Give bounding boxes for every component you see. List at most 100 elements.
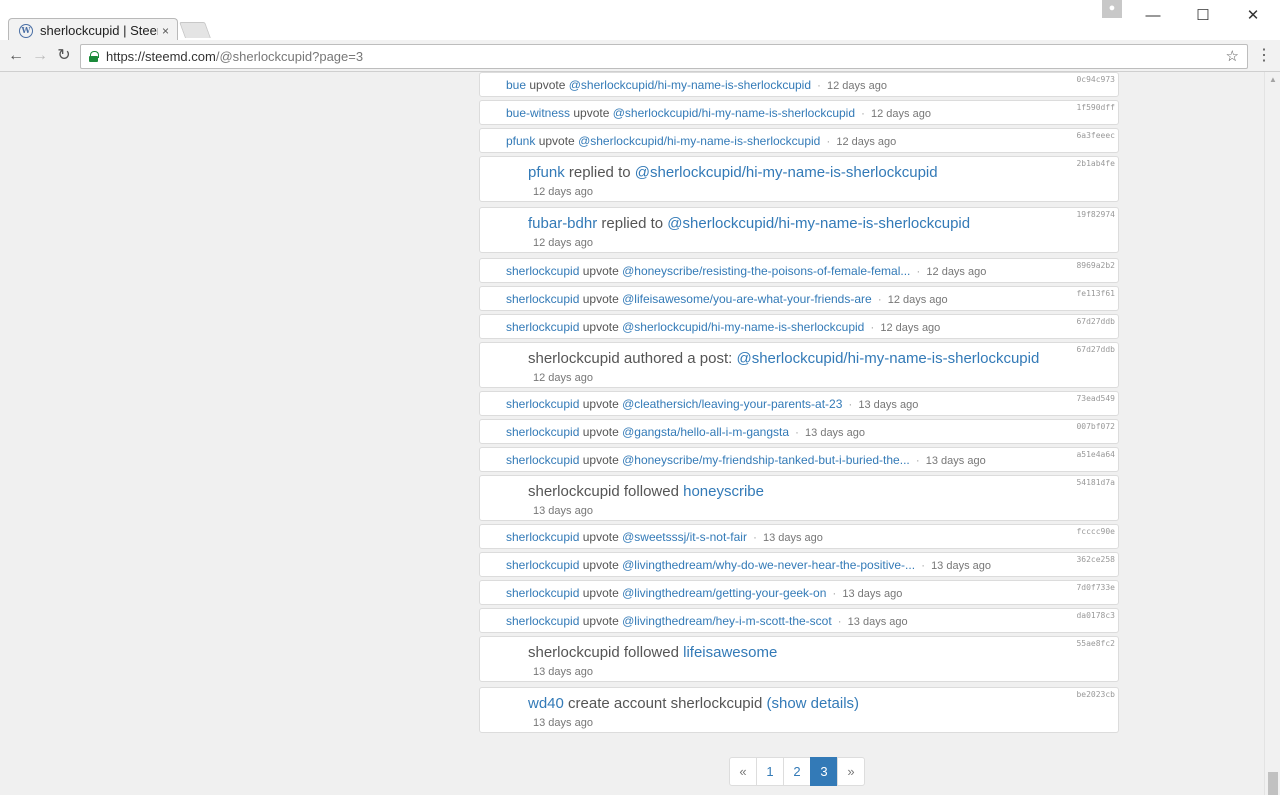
feed-target-link[interactable]: @sherlockcupid/hi-my-name-is-sherlockcup… <box>667 215 970 232</box>
pagination-prev-button[interactable]: « <box>729 757 757 786</box>
feed-timestamp[interactable]: 13 days ago <box>805 427 865 439</box>
separator-dot: · <box>826 134 831 148</box>
feed-target-link[interactable]: lifeisawesome <box>683 644 777 661</box>
feed-user-link[interactable]: sherlockcupid <box>506 586 579 600</box>
feed-timestamp[interactable]: 12 days ago <box>533 237 593 249</box>
feed-user-link[interactable]: sherlockcupid <box>506 292 579 306</box>
feed-timestamp[interactable]: 12 days ago <box>880 322 940 334</box>
forward-arrow-icon[interactable]: → <box>30 46 50 66</box>
transaction-hash[interactable]: 54181d7a <box>1076 478 1115 487</box>
transaction-hash[interactable]: fcccc90e <box>1076 527 1115 536</box>
maximize-icon[interactable]: ☐ <box>1193 6 1213 26</box>
pagination-next-button[interactable]: » <box>837 757 865 786</box>
feed-timestamp[interactable]: 12 days ago <box>533 372 593 384</box>
transaction-hash[interactable]: 007bf072 <box>1076 422 1115 431</box>
feed-target-link[interactable]: @sherlockcupid/hi-my-name-is-sherlockcup… <box>578 134 820 148</box>
feed-user-link[interactable]: pfunk <box>528 164 565 181</box>
transaction-hash[interactable]: a51e4a64 <box>1076 450 1115 459</box>
transaction-hash[interactable]: da0178c3 <box>1076 611 1115 620</box>
pagination-page-2[interactable]: 2 <box>783 757 811 786</box>
feed-target-link[interactable]: @sweetsssj/it-s-not-fair <box>622 530 747 544</box>
transaction-hash[interactable]: 73ead549 <box>1076 394 1115 403</box>
feed-timestamp[interactable]: 12 days ago <box>871 108 931 120</box>
feed-target-link[interactable]: @livingthedream/hey-i-m-scott-the-scot <box>622 614 832 628</box>
feed-user-link[interactable]: sherlockcupid <box>506 397 579 411</box>
feed-timestamp[interactable]: 13 days ago <box>533 666 593 678</box>
page-scrollbar[interactable]: ▲ <box>1264 72 1280 795</box>
close-window-icon[interactable]: ✕ <box>1243 6 1263 26</box>
scroll-thumb[interactable] <box>1268 772 1278 795</box>
feed-user-link[interactable]: sherlockcupid <box>506 614 579 628</box>
transaction-hash[interactable]: 362ce258 <box>1076 555 1115 564</box>
feed-target-link[interactable]: @cleathersich/leaving-your-parents-at-23 <box>622 397 842 411</box>
feed-timestamp[interactable]: 12 days ago <box>888 294 948 306</box>
feed-target-link[interactable]: @honeyscribe/resisting-the-poisons-of-fe… <box>622 264 910 278</box>
feed-target-link[interactable]: @sherlockcupid/hi-my-name-is-sherlockcup… <box>569 78 811 92</box>
feed-target-link[interactable]: @livingthedream/why-do-we-never-hear-the… <box>622 558 915 572</box>
transaction-hash[interactable]: 1f590dff <box>1076 103 1115 112</box>
feed-timestamp[interactable]: 12 days ago <box>827 80 887 92</box>
feed-user-link[interactable]: sherlockcupid <box>506 425 579 439</box>
back-arrow-icon[interactable]: ← <box>6 46 26 66</box>
feed-user-link[interactable]: sherlockcupid <box>506 264 579 278</box>
transaction-hash[interactable]: 19f82974 <box>1076 210 1115 219</box>
feed-user-link[interactable]: sherlockcupid <box>506 530 579 544</box>
transaction-hash[interactable]: 55ae8fc2 <box>1076 639 1115 648</box>
feed-timestamp[interactable]: 13 days ago <box>533 505 593 517</box>
feed-timestamp[interactable]: 13 days ago <box>842 588 902 600</box>
feed-user-link[interactable]: sherlockcupid <box>506 320 579 334</box>
feed-target-link[interactable]: (show details) <box>766 695 859 712</box>
feed-target-link[interactable]: @lifeisawesome/you-are-what-your-friends… <box>622 292 872 306</box>
address-bar[interactable]: https://steemd.com /@sherlockcupid?page=… <box>80 44 1248 69</box>
browser-tab[interactable]: W sherlockcupid | Steemd × <box>8 18 178 42</box>
feed-timestamp[interactable]: 12 days ago <box>836 136 896 148</box>
feed-entry: wd40 create account sherlockcupid (show … <box>479 687 1119 733</box>
feed-user-link[interactable]: sherlockcupid <box>506 558 579 572</box>
new-tab-button[interactable] <box>179 22 211 38</box>
minimize-icon[interactable]: — <box>1143 6 1163 26</box>
feed-timestamp[interactable]: 13 days ago <box>926 455 986 467</box>
scroll-up-icon[interactable]: ▲ <box>1265 72 1280 88</box>
reload-icon[interactable]: ↻ <box>54 46 74 66</box>
feed-target-link[interactable]: @sherlockcupid/hi-my-name-is-sherlockcup… <box>635 164 938 181</box>
feed-target-link[interactable]: @honeyscribe/my-friendship-tanked-but-i-… <box>622 453 910 467</box>
transaction-hash[interactable]: 8969a2b2 <box>1076 261 1115 270</box>
feed-timestamp[interactable]: 12 days ago <box>926 266 986 278</box>
feed-target-link[interactable]: @gangsta/hello-all-i-m-gangsta <box>622 425 789 439</box>
pagination-page-3[interactable]: 3 <box>810 757 838 786</box>
feed-target-link[interactable]: honeyscribe <box>683 483 764 500</box>
feed-target-link[interactable]: @livingthedream/getting-your-geek-on <box>622 586 826 600</box>
feed-user-link[interactable]: pfunk <box>506 134 535 148</box>
feed-target-link[interactable]: @sherlockcupid/hi-my-name-is-sherlockcup… <box>736 350 1039 367</box>
transaction-hash[interactable]: 67d27ddb <box>1076 345 1115 354</box>
feed-user-link[interactable]: fubar-bdhr <box>528 215 597 232</box>
feed-user-link[interactable]: wd40 <box>528 695 564 712</box>
feed-timestamp[interactable]: 13 days ago <box>763 532 823 544</box>
pagination-page-1[interactable]: 1 <box>756 757 784 786</box>
profile-icon[interactable]: ● <box>1102 0 1122 18</box>
transaction-hash[interactable]: 0c94c973 <box>1076 75 1115 84</box>
feed-user-link[interactable]: bue-witness <box>506 106 570 120</box>
transaction-hash[interactable]: fe113f61 <box>1076 289 1115 298</box>
feed-timestamp[interactable]: 13 days ago <box>858 399 918 411</box>
transaction-hash[interactable]: 67d27ddb <box>1076 317 1115 326</box>
transaction-hash[interactable]: 6a3feeec <box>1076 131 1115 140</box>
bookmark-star-icon[interactable]: ☆ <box>1226 47 1239 65</box>
transaction-hash[interactable]: be2023cb <box>1076 690 1115 699</box>
feed-user-link[interactable]: sherlockcupid <box>506 453 579 467</box>
feed-user-link[interactable]: bue <box>506 78 526 92</box>
feed-target-link[interactable]: @sherlockcupid/hi-my-name-is-sherlockcup… <box>622 320 864 334</box>
tab-close-icon[interactable]: × <box>162 24 169 38</box>
feed-entry-text: fubar-bdhr replied to @sherlockcupid/hi-… <box>528 215 970 232</box>
feed-timestamp[interactable]: 12 days ago <box>533 186 593 198</box>
url-host: https://steemd.com <box>106 49 216 64</box>
feed-timestamp[interactable]: 13 days ago <box>533 717 593 729</box>
transaction-hash[interactable]: 7d0f733e <box>1076 583 1115 592</box>
transaction-hash[interactable]: 2b1ab4fe <box>1076 159 1115 168</box>
feed-entry-text: sherlockcupid upvote @lifeisawesome/you-… <box>506 292 948 306</box>
browser-menu-icon[interactable]: ⋮ <box>1256 46 1272 66</box>
feed-timestamp[interactable]: 13 days ago <box>848 616 908 628</box>
feed-target-link[interactable]: @sherlockcupid/hi-my-name-is-sherlockcup… <box>613 106 855 120</box>
pagination: « 1 2 3» <box>729 757 865 786</box>
feed-timestamp[interactable]: 13 days ago <box>931 560 991 572</box>
